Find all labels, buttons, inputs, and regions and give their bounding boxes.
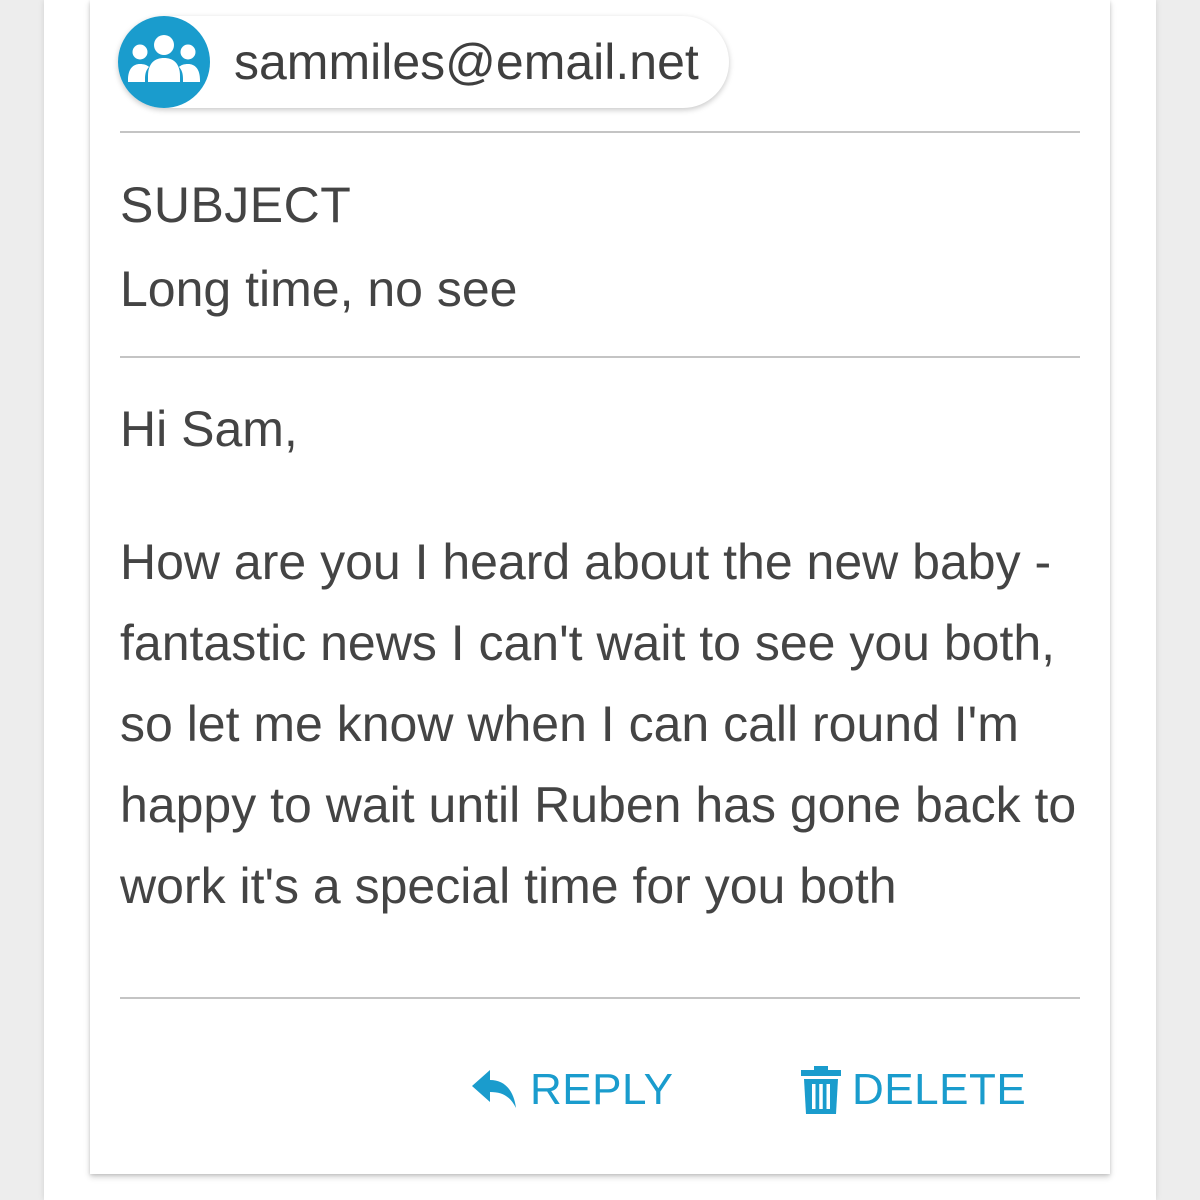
recipient-email: sammiles@email.net [234,34,699,90]
reply-button[interactable]: REPLY [470,1062,674,1118]
reply-label: REPLY [530,1065,674,1114]
group-icon [118,16,210,108]
message-body: How are you I heard about the new baby -… [120,534,1077,914]
subject-value: Long time, no see [120,261,518,317]
reply-icon [470,1068,520,1112]
divider-recipient [120,131,1080,133]
delete-button[interactable]: DELETE [800,1062,1026,1118]
subject-label: SUBJECT [120,177,352,233]
delete-label: DELETE [852,1065,1027,1114]
recipient-chip[interactable]: sammiles@email.net [118,16,729,108]
divider-subject [120,356,1080,358]
message-greeting: Hi Sam, [120,401,298,457]
divider-body [120,997,1080,999]
trash-icon [800,1066,842,1114]
